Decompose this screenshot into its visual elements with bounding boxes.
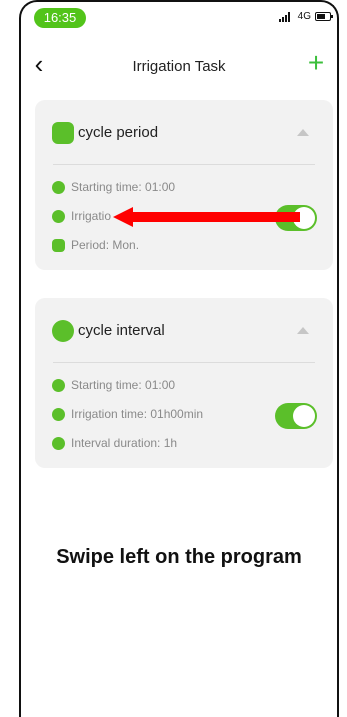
collapse-caret-icon[interactable] xyxy=(297,327,309,334)
toggle-knob xyxy=(293,405,315,427)
phone-frame: 16:35 4G ‹ Irrigation Task + cycle perio… xyxy=(19,0,339,717)
card-title: cycle period xyxy=(78,124,159,141)
card-header[interactable]: cycle interval xyxy=(35,298,333,362)
irrigation-time-label: Irrigation time: 01h00min xyxy=(71,407,204,421)
navigation-bar: ‹ Irrigation Task + xyxy=(21,48,337,88)
start-time-label: Starting time: 01:00 xyxy=(71,180,176,194)
irrigation-icon xyxy=(52,408,65,421)
status-time: 16:35 xyxy=(34,8,86,28)
clock-icon xyxy=(52,181,65,194)
instruction-caption: Swipe left on the program xyxy=(56,546,302,568)
network-type: 4G xyxy=(297,11,311,22)
timer-icon xyxy=(52,320,74,342)
divider xyxy=(53,164,315,165)
start-time-label: Starting time: 01:00 xyxy=(71,378,176,392)
swipe-left-arrow-icon xyxy=(113,207,300,227)
card-header[interactable]: cycle period xyxy=(35,100,333,164)
clock-icon xyxy=(52,379,65,392)
enable-toggle[interactable] xyxy=(275,403,317,429)
calendar-icon xyxy=(52,122,74,144)
interval-icon xyxy=(52,437,65,450)
page-title: Irrigation Task xyxy=(132,58,226,75)
irrigation-time-label: Irrigatio xyxy=(71,209,112,223)
task-card-cycle-interval[interactable]: cycle interval Starting time: 01:00 Irri… xyxy=(35,298,333,468)
collapse-caret-icon[interactable] xyxy=(297,129,309,136)
signal-icon xyxy=(279,12,293,22)
divider xyxy=(53,362,315,363)
battery-icon xyxy=(315,12,333,21)
irrigation-icon xyxy=(52,210,65,223)
task-card-cycle-period[interactable]: cycle period Starting time: 01:00 Irriga… xyxy=(35,100,333,270)
status-bar: 16:35 4G xyxy=(21,2,337,34)
interval-duration-label: Interval duration: 1h xyxy=(71,436,178,450)
card-title: cycle interval xyxy=(78,322,165,339)
period-label: Period: Mon. xyxy=(71,238,140,252)
add-task-button[interactable]: + xyxy=(303,48,329,80)
period-icon xyxy=(52,239,65,252)
